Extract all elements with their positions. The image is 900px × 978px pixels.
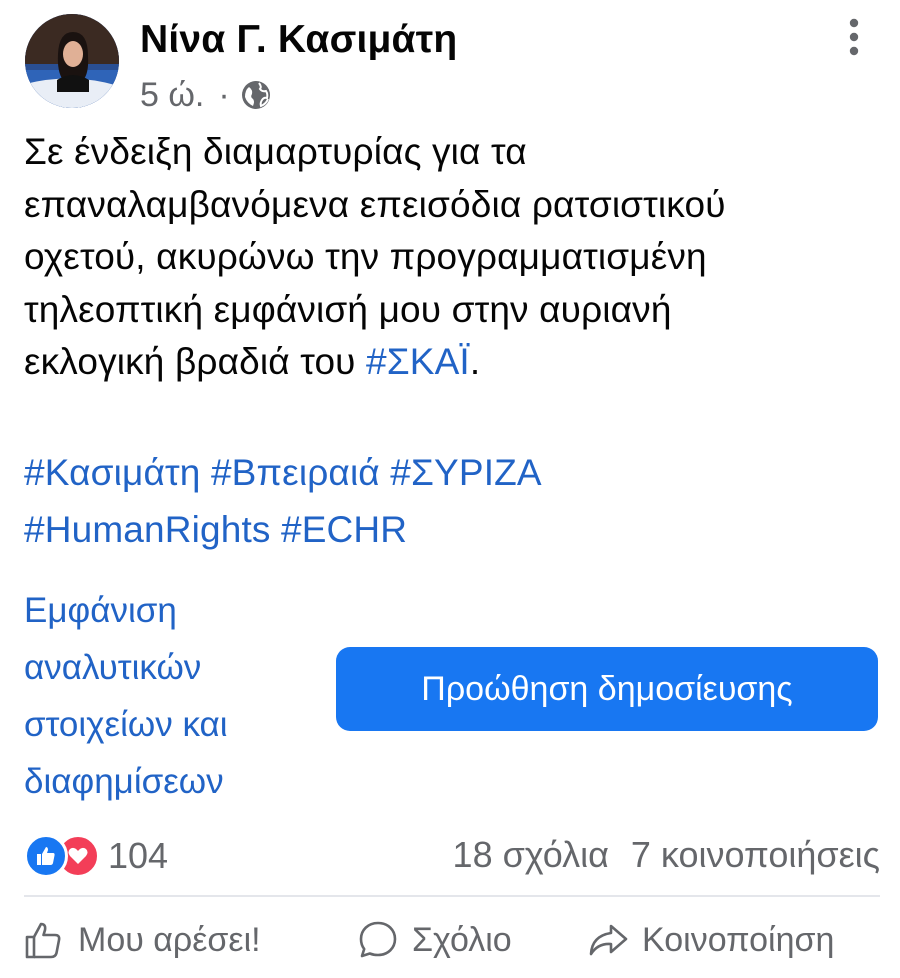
hashtag-link[interactable]: #ΣΥΡΙΖΑ	[390, 452, 541, 493]
post-text-fragment: .	[469, 341, 481, 382]
post-text-line: επαναλαμβανόμενα επεισόδια ρατσιστικού	[24, 183, 726, 225]
share-button[interactable]: Κοινοποίηση	[586, 918, 834, 962]
hashtag-link[interactable]: #HumanRights	[24, 509, 271, 550]
insights-line: Εμφάνιση	[24, 591, 177, 630]
post-text-line: τηλεοπτική εμφάνισή μου στην αυριανή	[24, 288, 672, 330]
view-insights-link[interactable]: Εμφάνιση αναλυτικών στοιχείων και διαφημ…	[24, 582, 324, 810]
post-text-line: εκλογική βραδιά του #ΣΚΑΪ.	[24, 336, 886, 389]
share-arrow-icon	[589, 924, 628, 956]
share-button-label: Κοινοποίηση	[642, 920, 835, 959]
post-card: Νίνα Γ. Κασιμάτη 5 ώ. · Σε ένδειξη διαμα…	[0, 0, 900, 978]
comment-bubble-icon	[359, 921, 397, 958]
hashtag-link[interactable]: #Βπειραιά	[211, 452, 380, 493]
post-meta: 5 ώ. ·	[140, 74, 272, 116]
hashtag-link[interactable]: #Κασιμάτη	[24, 452, 201, 493]
like-reaction-icon	[24, 834, 68, 878]
reactions-summary[interactable]: 104	[24, 834, 168, 878]
hashtag-line: #Κασιμάτη #Βπειραιά #ΣΥΡΙΖΑ	[24, 444, 886, 501]
post-body: Σε ένδειξη διαμαρτυρίας για τα επαναλαμβ…	[24, 126, 886, 389]
hashtag-line: #HumanRights #ECHR	[24, 501, 886, 558]
insights-line: στοιχείων και	[24, 705, 228, 744]
post-text-line: Σε ένδειξη διαμαρτυρίας για τα	[24, 131, 527, 172]
comments-count-link[interactable]: 18 σχόλια	[453, 834, 609, 875]
boost-post-button[interactable]: Προώθηση δημοσίευσης	[336, 647, 878, 731]
like-button[interactable]: Μου αρέσει!	[22, 918, 261, 962]
divider	[24, 895, 880, 897]
comment-button-label: Σχόλιο	[412, 920, 512, 959]
globe-icon[interactable]	[240, 79, 272, 111]
hashtags: #Κασιμάτη #Βπειραιά #ΣΥΡΙΖΑ #HumanRights…	[24, 444, 886, 558]
reactions-count: 104	[108, 835, 169, 876]
more-vertical-icon[interactable]	[838, 14, 870, 60]
meta-separator: ·	[218, 75, 230, 114]
author-name[interactable]: Νίνα Γ. Κασιμάτη	[140, 18, 457, 62]
profile-photo	[25, 14, 119, 108]
post-text-fragment: εκλογική βραδιά του	[24, 341, 366, 382]
post-timestamp[interactable]: 5 ώ.	[140, 76, 204, 115]
insights-line: διαφημίσεων	[24, 762, 224, 801]
like-button-label: Μου αρέσει!	[78, 920, 261, 959]
action-bar: Μου αρέσει! Σχόλιο Κοινοποίηση	[0, 908, 900, 974]
comment-button[interactable]: Σχόλιο	[356, 918, 512, 962]
thumbs-up-icon	[25, 922, 61, 959]
post-text-line: οχετού, ακυρώνω την προγραμματισμένη	[24, 236, 707, 277]
shares-count-link[interactable]: 7 κοινοποιήσεις	[631, 834, 880, 875]
insights-line: αναλυτικών	[24, 648, 202, 687]
comments-shares-summary: 18 σχόλια 7 κοινοποιήσεις	[453, 834, 880, 876]
hashtag-link[interactable]: #ΣΚΑΪ	[366, 341, 470, 382]
hashtag-link[interactable]: #ECHR	[281, 509, 407, 550]
engagement-stats: 104 18 σχόλια 7 κοινοποιήσεις	[24, 830, 880, 880]
avatar[interactable]	[25, 14, 119, 108]
